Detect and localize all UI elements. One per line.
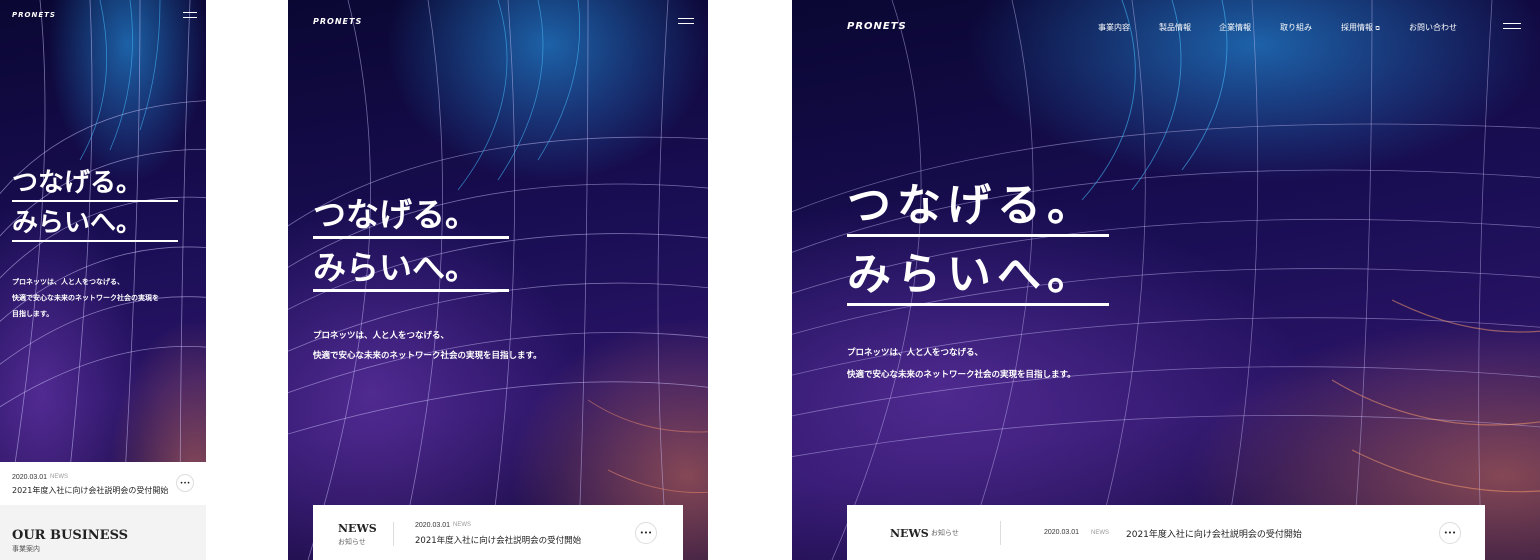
nav-item-recruit[interactable]: 採用情報 ⧉ (1341, 22, 1380, 33)
news-bar[interactable]: NEWS お知らせ 2020.03.01 NEWS 2021年度入社に向け会社説… (313, 505, 683, 560)
business-title: OUR BUSINESS (12, 528, 129, 543)
news-headline[interactable]: 2021年度入社に向け会社説明会の受付開始 (12, 485, 168, 496)
nav-item-initiatives[interactable]: 取り組み (1280, 22, 1312, 33)
nav-item-contact[interactable]: お問い合わせ (1409, 22, 1457, 33)
hero-headline-line1: つなげる。 (847, 178, 1109, 237)
logo[interactable]: PRONETS (313, 17, 362, 26)
news-divider (1000, 521, 1001, 545)
nav-item-company[interactable]: 企業情報 (1219, 22, 1251, 33)
hero-headline-line2: みらいへ。 (12, 206, 178, 242)
nav-item-business[interactable]: 事業内容 (1098, 22, 1130, 33)
nav-item-products[interactable]: 製品情報 (1159, 22, 1191, 33)
news-title: NEWS (890, 527, 929, 540)
hero-headline-line1: つなげる。 (12, 166, 178, 202)
news-tag: NEWS (1091, 530, 1109, 536)
hero-headline: つなげる。 みらいへ。 (847, 178, 1109, 306)
hero-lead: プロネッツは、人と人をつなげる、 快適で安心な未来のネットワーク社会の実現を 目… (12, 278, 159, 318)
hamburger-menu-icon[interactable] (183, 12, 197, 18)
news-date: 2020.03.01 (1044, 529, 1080, 536)
news-subtitle: お知らせ (931, 529, 959, 537)
hero-headline: つなげる。 みらいへ。 (313, 194, 509, 292)
news-subtitle: お知らせ (338, 538, 366, 546)
news-tag: NEWS (50, 474, 68, 480)
hero-lead: プロネッツは、人と人をつなげる、 快適で安心な未来のネットワーク社会の実現を目指… (847, 348, 1076, 380)
tablet-preview: PRONETS つなげる。 みらいへ。 プロネッツは、人と人をつなげる、 快適で… (288, 0, 708, 560)
desktop-preview: PRONETS 事業内容 製品情報 企業情報 取り組み 採用情報 ⧉ お問い合わ… (792, 0, 1540, 560)
news-bar[interactable]: 2020.03.01 NEWS 2021年度入社に向け会社説明会の受付開始 ••… (0, 462, 206, 505)
hero-headline-line2: みらいへ。 (847, 247, 1109, 306)
hero-headline-line1: つなげる。 (313, 194, 509, 239)
news-tag: NEWS (453, 522, 471, 528)
logo[interactable]: PRONETS (847, 21, 907, 32)
news-date: 2020.03.01 (415, 522, 451, 529)
news-headline[interactable]: 2021年度入社に向け会社説明会の受付開始 (1126, 527, 1302, 540)
news-divider (393, 522, 394, 546)
news-title: NEWS (338, 522, 377, 535)
external-link-icon: ⧉ (1375, 25, 1380, 32)
news-date: 2020.03.01 (12, 474, 48, 481)
mobile-preview: PRONETS つなげる。 みらいへ。 プロネッツは、人と人をつなげる、 快適で… (0, 0, 206, 560)
hero-headline: つなげる。 みらいへ。 (12, 166, 178, 242)
business-subtitle: 事業案内 (12, 545, 40, 553)
business-section: OUR BUSINESS 事業案内 (0, 505, 206, 560)
hamburger-menu-icon[interactable] (1503, 23, 1521, 29)
hero-headline-line2: みらいへ。 (313, 247, 509, 292)
news-headline[interactable]: 2021年度入社に向け会社説明会の受付開始 (415, 534, 581, 546)
hero-lead: プロネッツは、人と人をつなげる、 快適で安心な未来のネットワーク社会の実現を目指… (313, 331, 542, 361)
news-more-button[interactable]: ••• (635, 522, 657, 544)
logo[interactable]: PRONETS (12, 11, 56, 19)
news-more-button[interactable]: ••• (1439, 522, 1461, 544)
hamburger-menu-icon[interactable] (678, 18, 694, 24)
news-more-button[interactable]: ••• (176, 474, 194, 492)
news-bar[interactable]: NEWS お知らせ 2020.03.01 NEWS 2021年度入社に向け会社説… (847, 505, 1485, 560)
